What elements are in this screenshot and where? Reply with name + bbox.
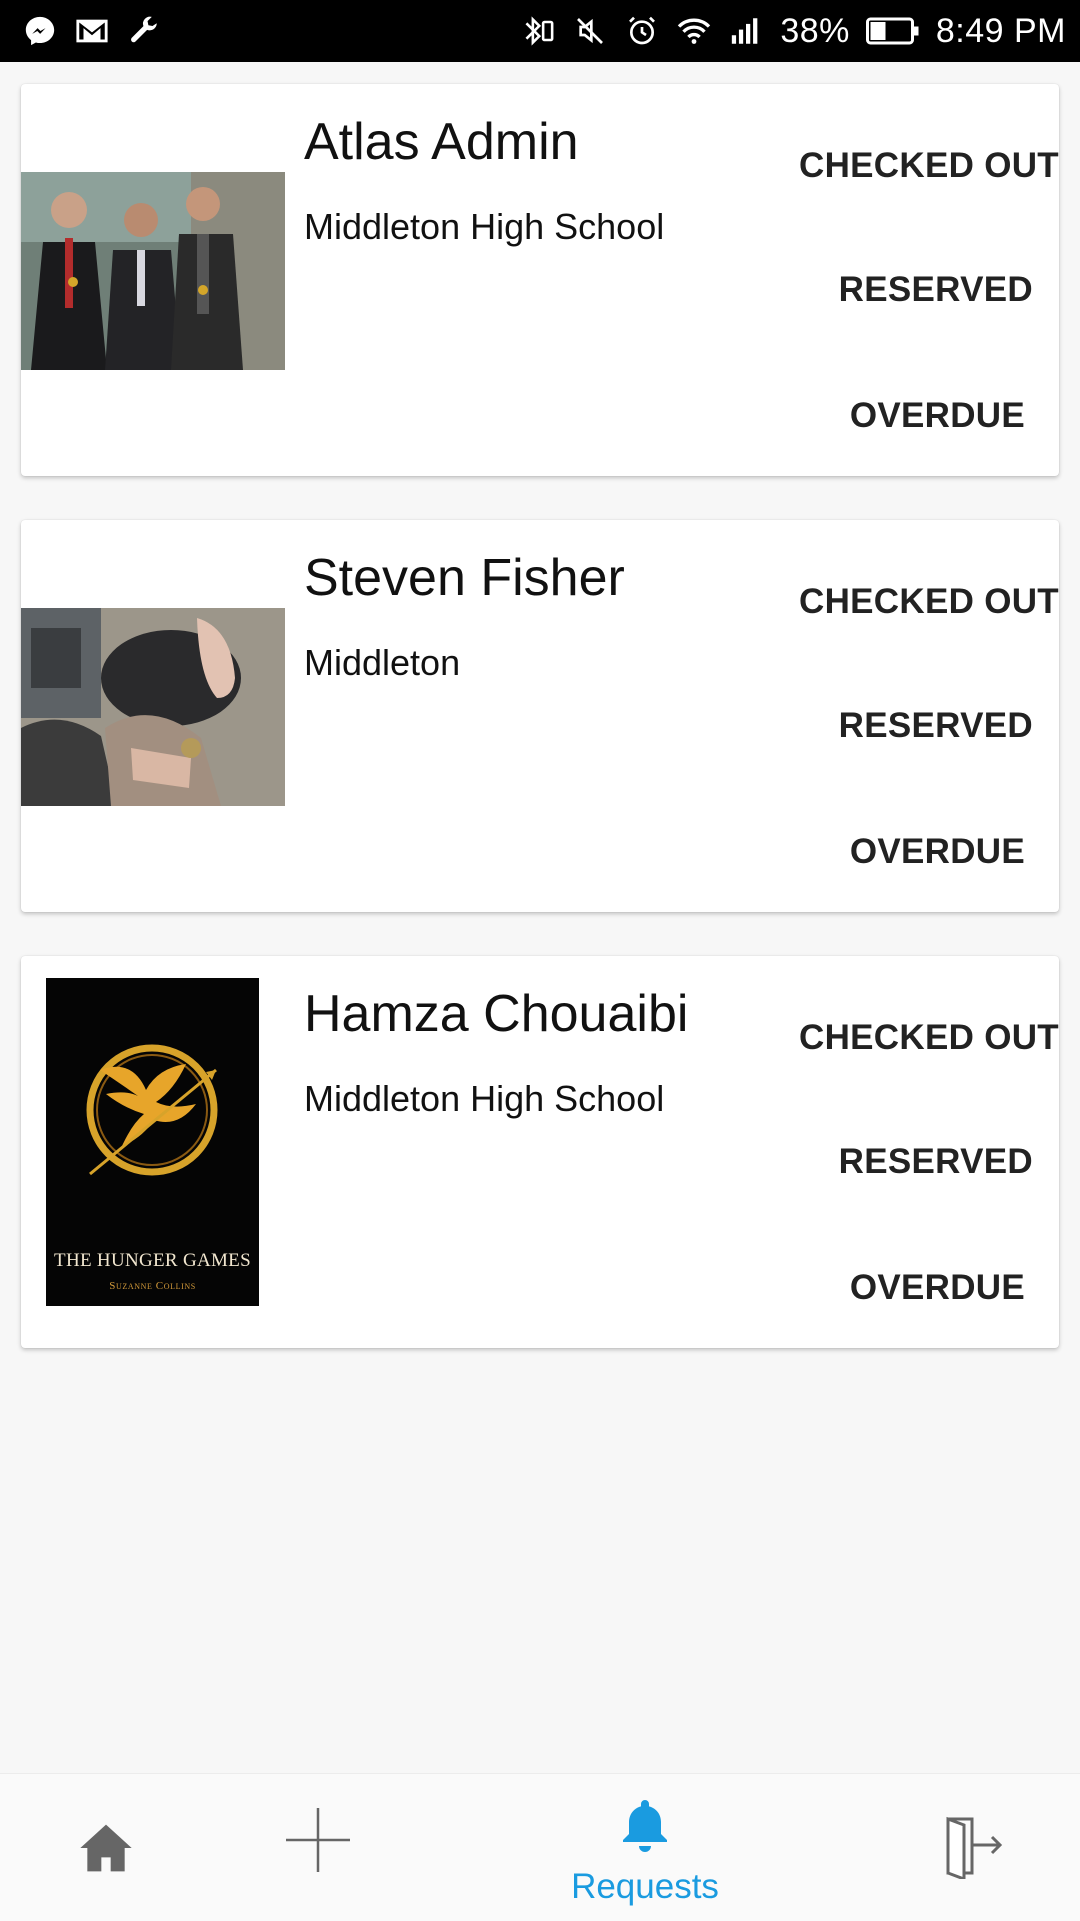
- reserved-button[interactable]: RESERVED: [839, 706, 1033, 746]
- overdue-button[interactable]: OVERDUE: [850, 832, 1025, 872]
- messenger-icon: [22, 13, 58, 49]
- wifi-icon: [676, 13, 712, 49]
- requester-name: Steven Fisher: [304, 549, 625, 607]
- clock: 8:49 PM: [935, 11, 1066, 50]
- requester-name: Hamza Chouaibi: [304, 985, 689, 1043]
- status-left: [22, 13, 162, 49]
- gmail-icon: [74, 13, 110, 49]
- school-name: Middleton: [304, 642, 461, 683]
- checked-out-button[interactable]: CHECKED OUT: [799, 582, 1059, 622]
- home-icon: [78, 1822, 134, 1879]
- book-title: THE HUNGER GAMES: [54, 1250, 251, 1271]
- requester-name: Atlas Admin: [304, 113, 579, 171]
- bottom-nav: Requests: [0, 1773, 1080, 1921]
- book-author: Suzanne Collins: [109, 1280, 196, 1292]
- nav-add[interactable]: [280, 1804, 356, 1880]
- plus-icon: [284, 1806, 352, 1879]
- nav-requests[interactable]: Requests: [555, 1798, 735, 1908]
- wrench-icon: [126, 13, 162, 49]
- request-card: Atlas Admin Middleton High School CHECKE…: [21, 84, 1059, 476]
- school-name: Middleton High School: [304, 1078, 665, 1119]
- signal-icon: [728, 13, 764, 49]
- nav-logout[interactable]: [936, 1810, 1012, 1886]
- overdue-button[interactable]: OVERDUE: [850, 396, 1025, 436]
- checked-out-button[interactable]: CHECKED OUT: [799, 146, 1059, 186]
- request-card: THE HUNGER GAMES Suzanne Collins Hamza C…: [21, 956, 1059, 1348]
- reserved-button[interactable]: RESERVED: [839, 1142, 1033, 1182]
- user-photo: [21, 608, 285, 806]
- nav-home[interactable]: [68, 1812, 144, 1888]
- status-bar: 38% 8:49 PM: [0, 0, 1080, 62]
- reserved-button[interactable]: RESERVED: [839, 270, 1033, 310]
- logout-icon: [942, 1813, 1006, 1884]
- nav-requests-label: Requests: [571, 1866, 719, 1906]
- alarm-icon: [624, 13, 660, 49]
- user-photo: [21, 172, 285, 370]
- request-card: Steven Fisher Middleton CHECKED OUT RESE…: [21, 520, 1059, 912]
- battery-icon: [865, 13, 920, 49]
- checked-out-button[interactable]: CHECKED OUT: [799, 1018, 1059, 1058]
- school-name: Middleton High School: [304, 206, 665, 247]
- battery-percent: 38%: [780, 11, 850, 50]
- book-cover: THE HUNGER GAMES Suzanne Collins: [46, 978, 259, 1306]
- bell-icon: [621, 1799, 669, 1859]
- mute-icon: [572, 13, 608, 49]
- overdue-button[interactable]: OVERDUE: [850, 1268, 1025, 1308]
- bluetooth-icon: [520, 13, 556, 49]
- status-right: 38% 8:49 PM: [520, 12, 1066, 51]
